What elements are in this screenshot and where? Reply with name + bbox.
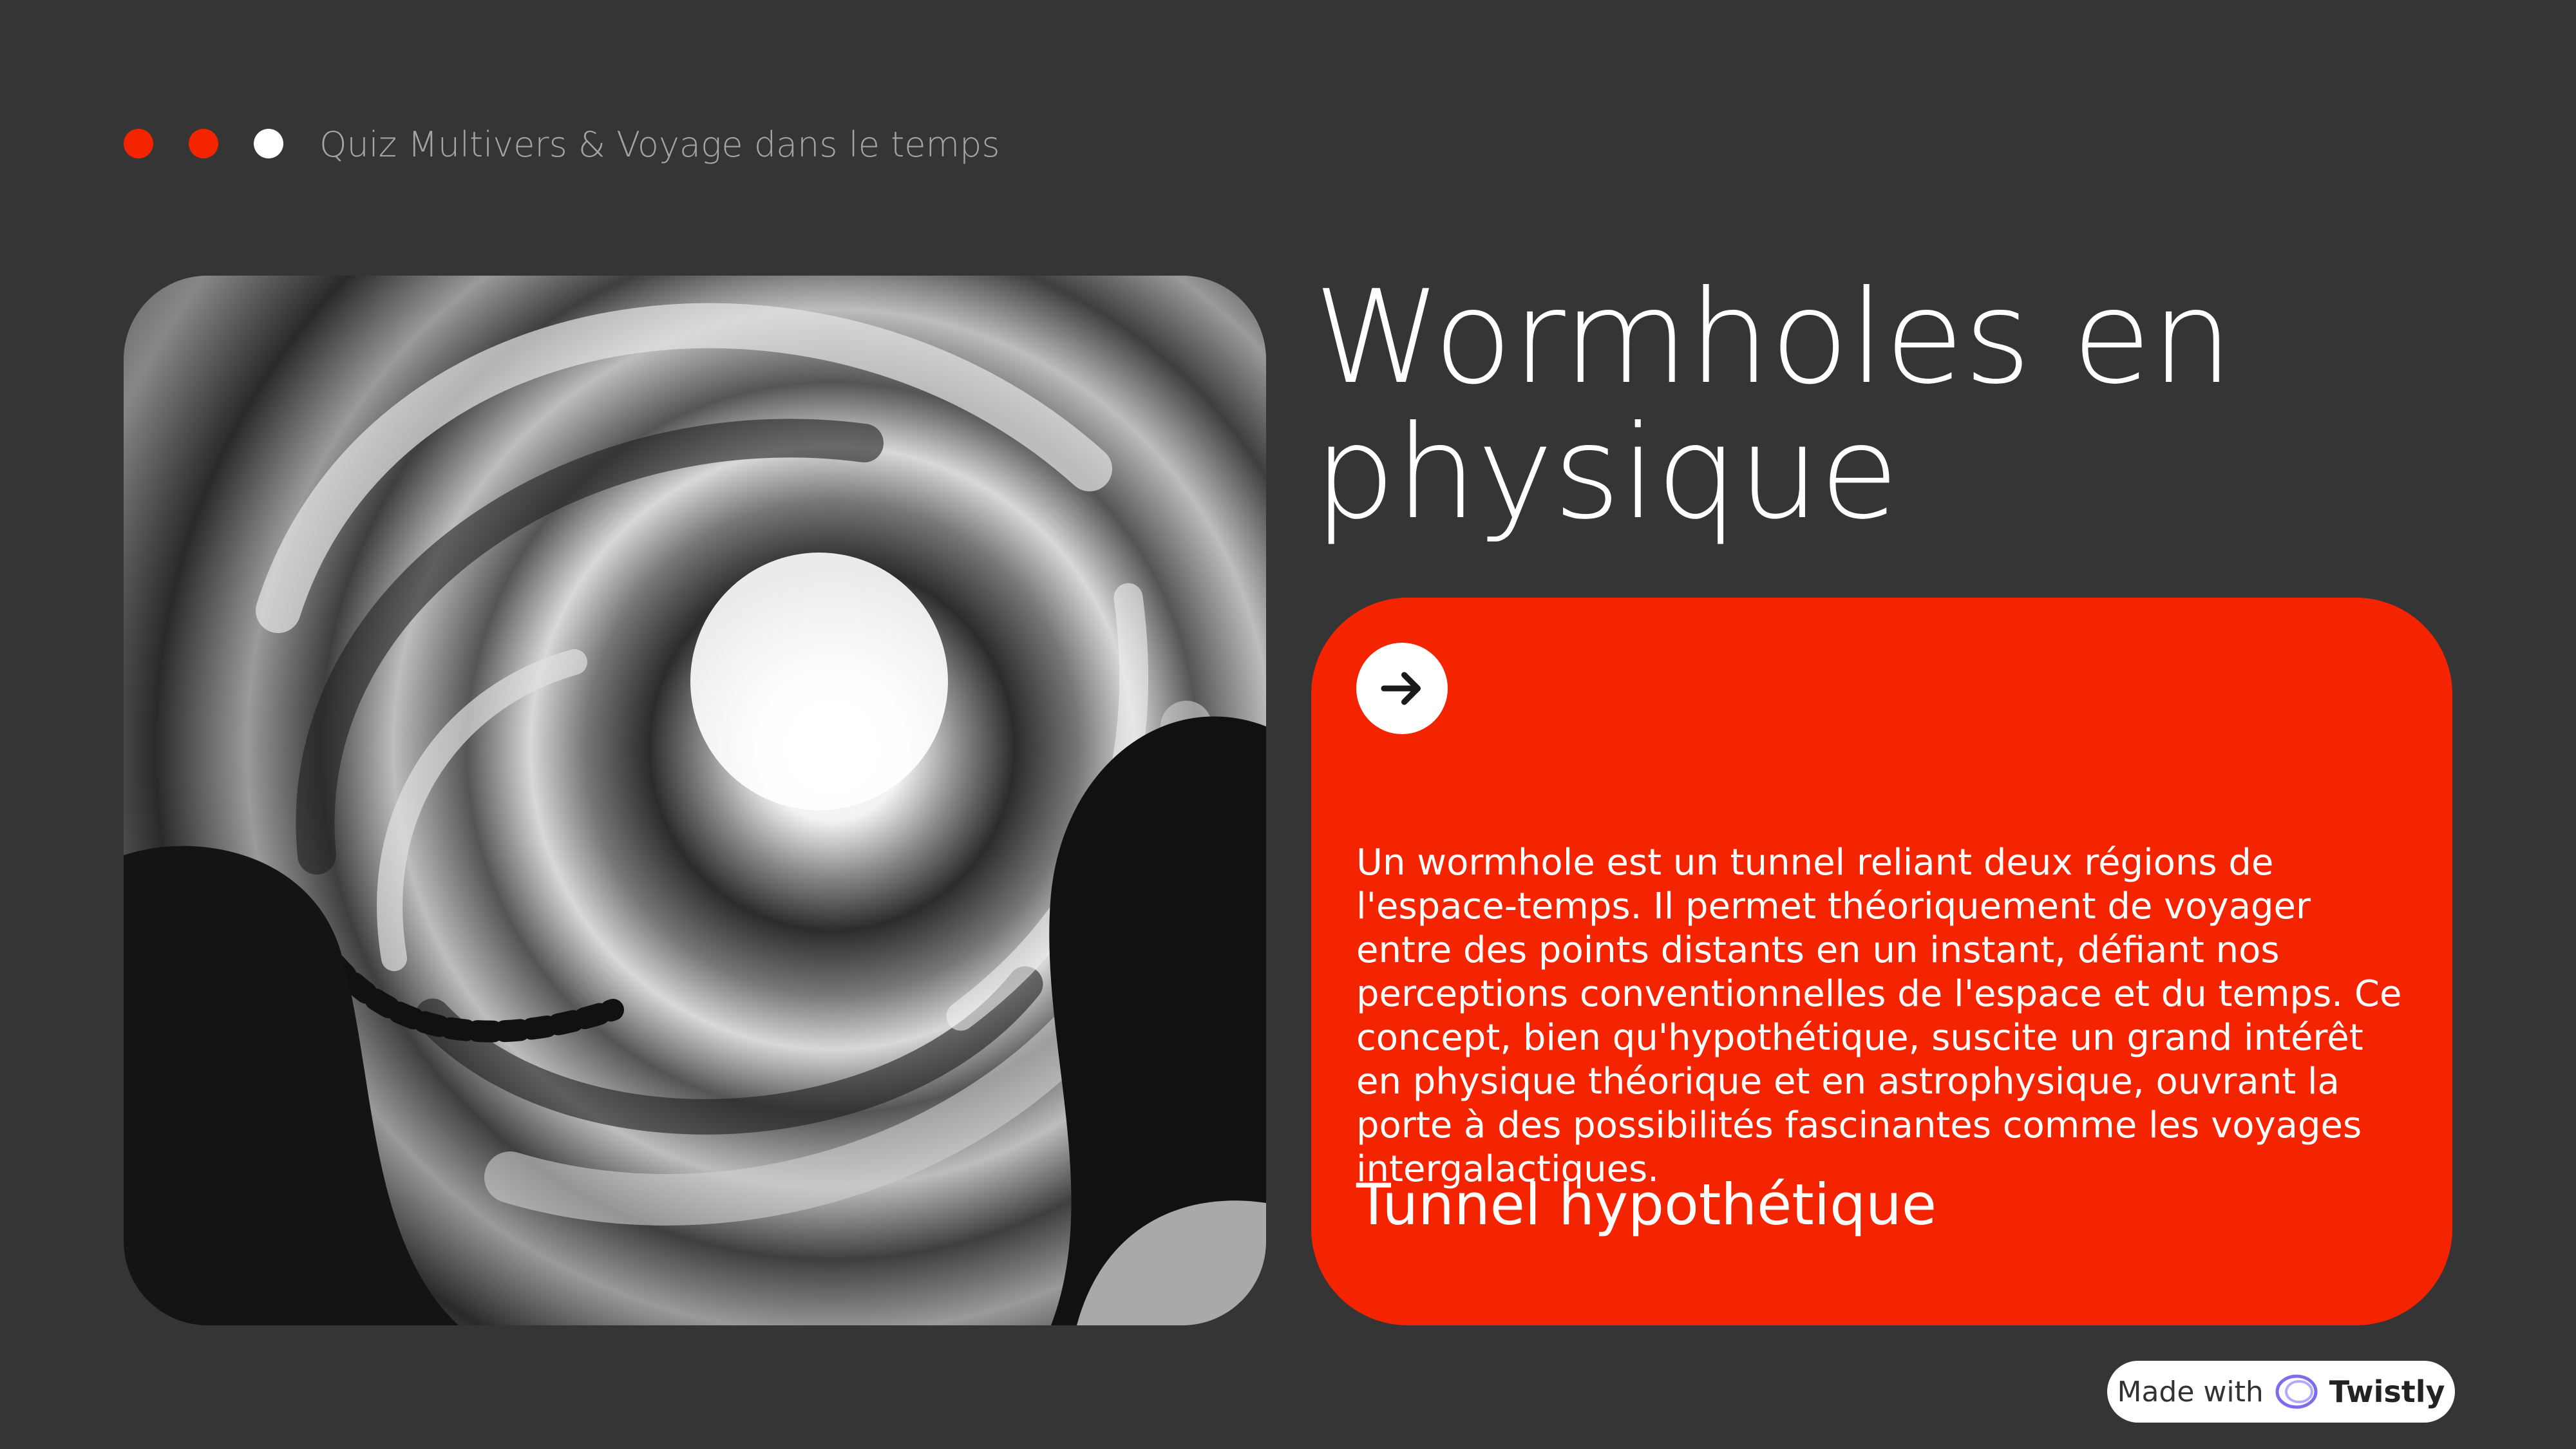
made-with-twistly-badge[interactable]: Made with Twistly xyxy=(2107,1361,2455,1423)
badge-prefix: Made with xyxy=(2117,1375,2264,1408)
twistly-logo-icon xyxy=(2275,1374,2318,1409)
dot-3 xyxy=(254,129,283,158)
dot-1 xyxy=(124,129,153,158)
header-title: Quiz Multivers & Voyage dans le temps xyxy=(319,124,1000,165)
info-card: Un wormhole est un tunnel reliant deux r… xyxy=(1311,598,2452,1325)
arrow-right-icon xyxy=(1381,672,1421,705)
window-dots xyxy=(124,129,283,158)
card-body-text: Un wormhole est un tunnel reliant deux r… xyxy=(1356,842,2402,1190)
card-subtitle: Tunnel hypothétique xyxy=(1356,1171,1937,1238)
wormhole-illustration-icon xyxy=(124,303,1266,1325)
dot-2 xyxy=(189,129,218,158)
badge-brand: Twistly xyxy=(2329,1374,2445,1409)
hero-image xyxy=(124,276,1266,1325)
page-title: Wormholes en physique xyxy=(1314,263,2233,548)
arrow-right-button[interactable] xyxy=(1356,643,1448,734)
